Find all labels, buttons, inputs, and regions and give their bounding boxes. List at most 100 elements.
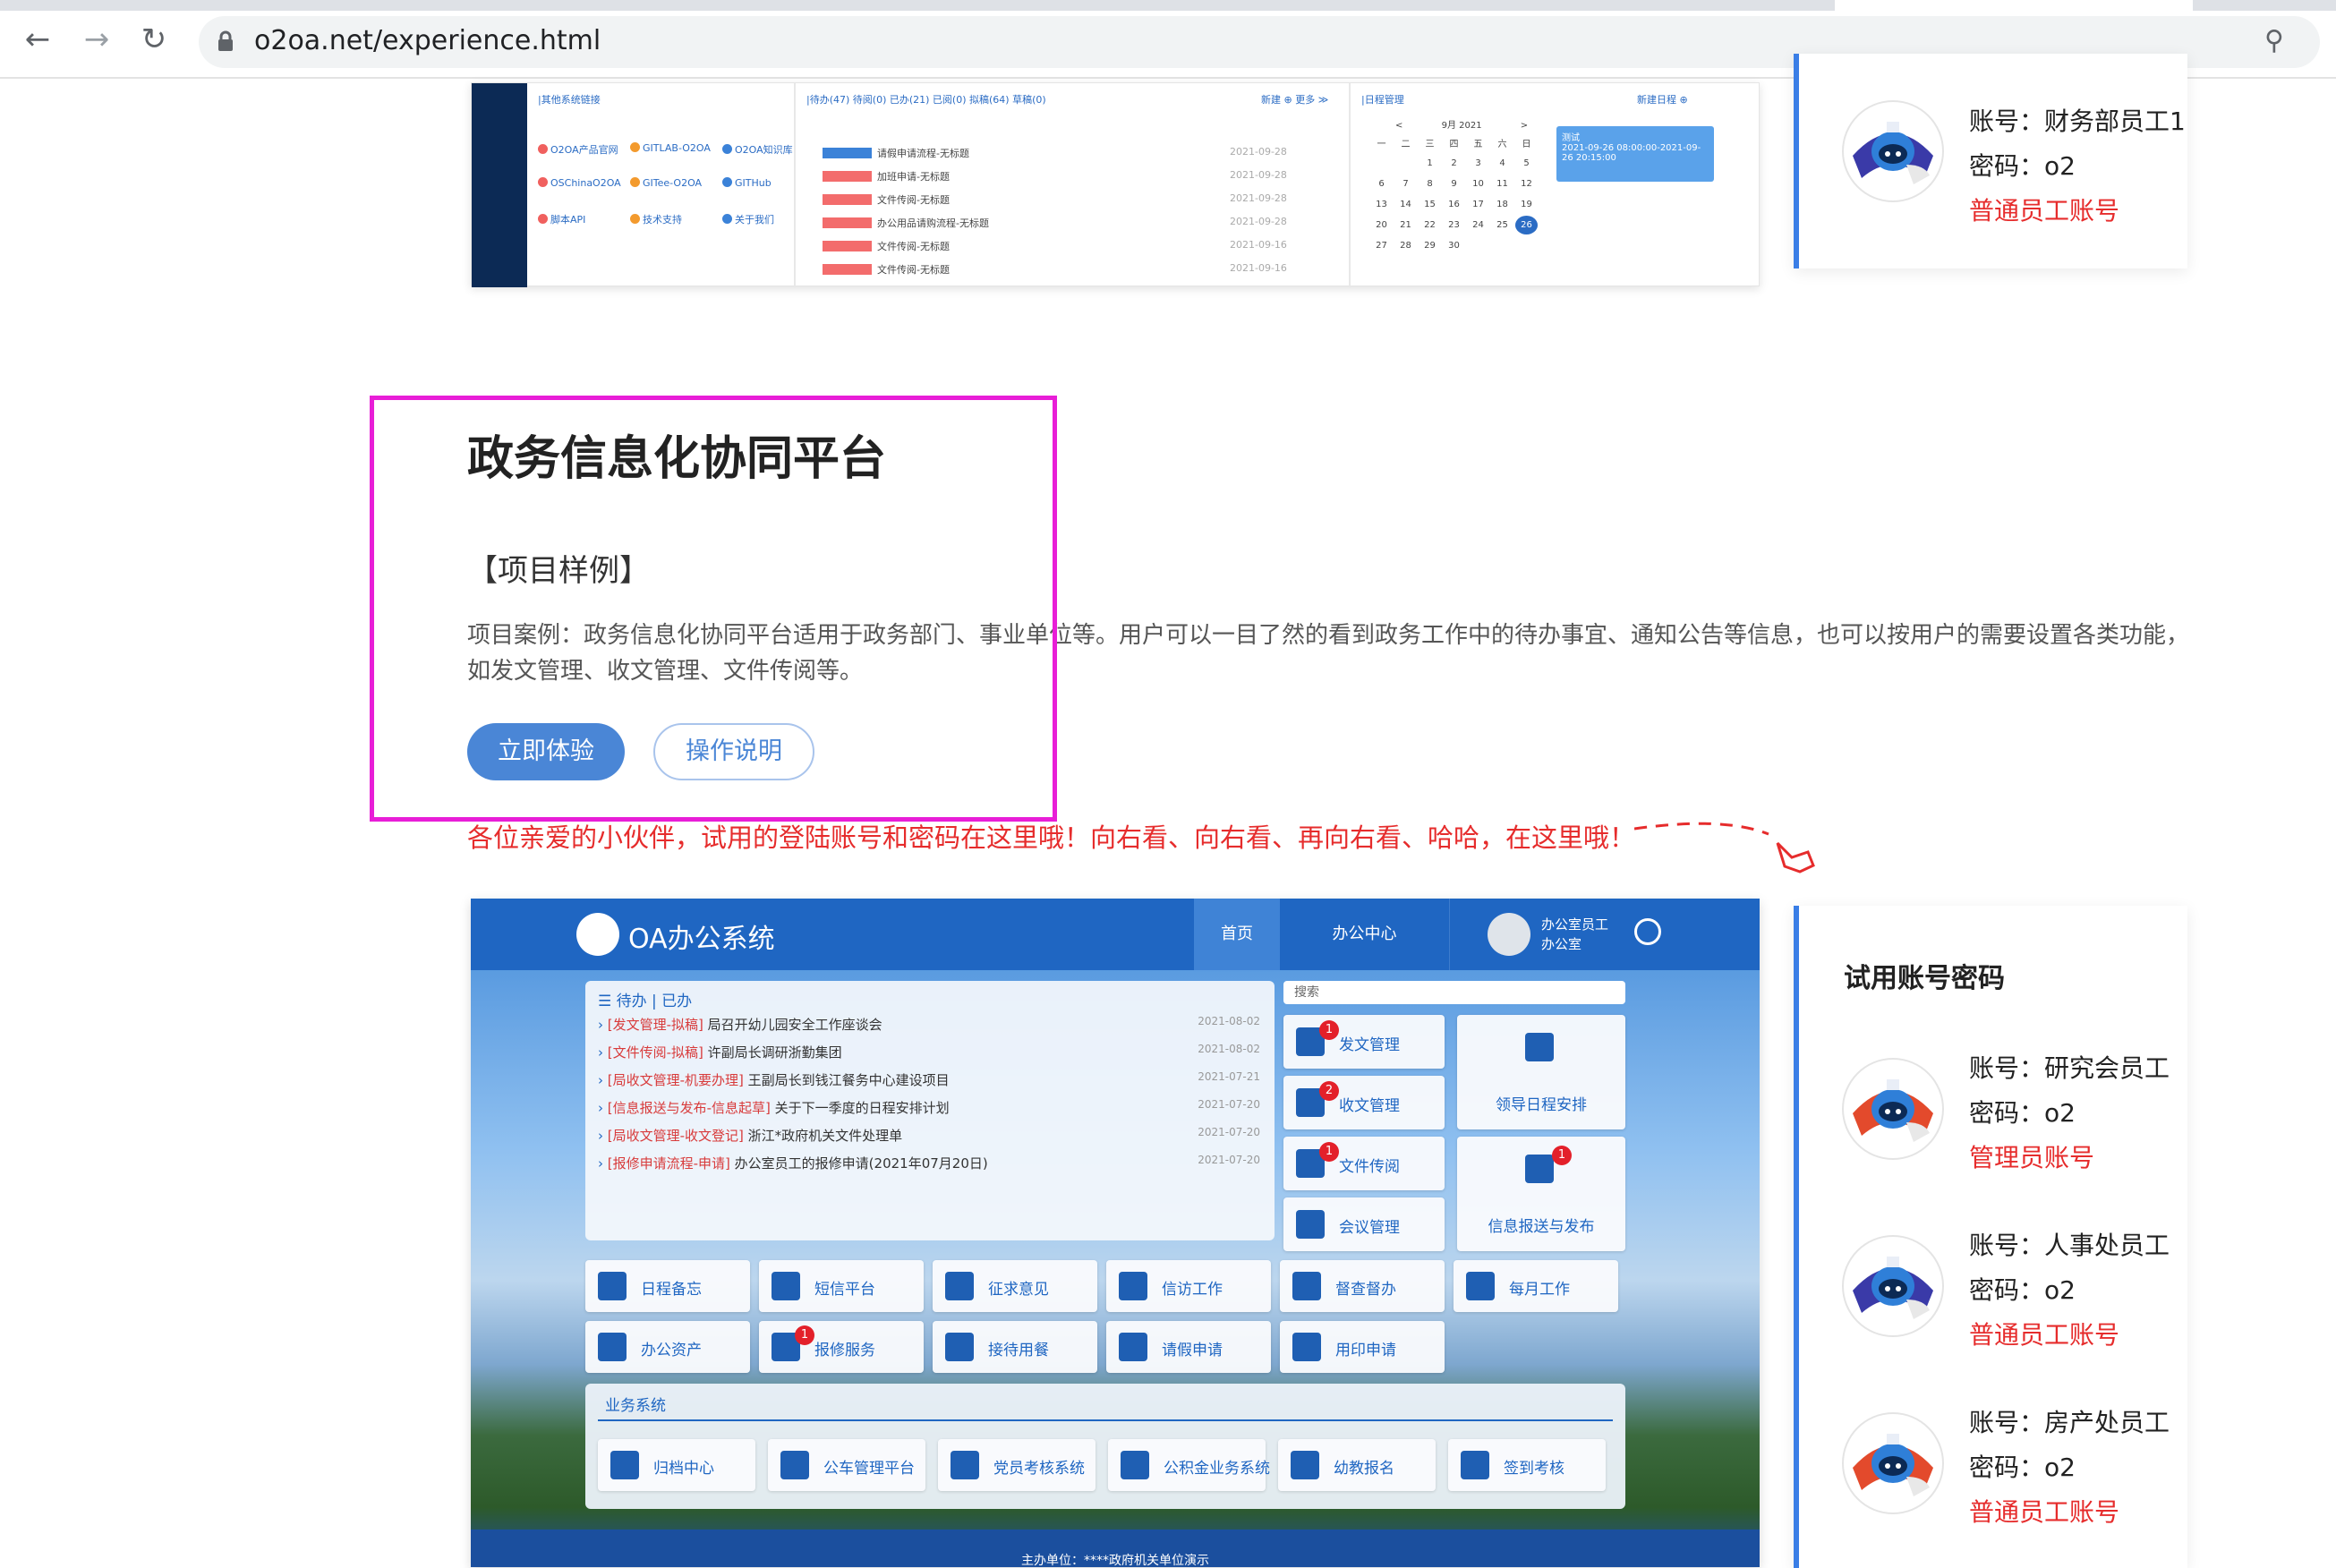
oa-tile[interactable]: 归档中心 bbox=[598, 1439, 755, 1491]
calendar-day[interactable]: 17 bbox=[1467, 195, 1489, 214]
robot-avatar-icon bbox=[1844, 102, 1942, 200]
calendar-day[interactable]: 30 bbox=[1443, 236, 1465, 255]
oa-tile[interactable]: 公积金业务系统 bbox=[1108, 1439, 1270, 1491]
calendar-day[interactable]: 5 bbox=[1515, 154, 1538, 173]
zoom-icon[interactable]: ⚲ bbox=[2264, 25, 2284, 56]
oa-todo-item[interactable]: › [文件传阅-拟稿] 许副局长调研浙勤集团 2021-08-02 bbox=[598, 1043, 1260, 1061]
todo-header[interactable]: |待办(47) 待阅(0) 已办(21) 已阅(0) 拟稿(64) 草稿(0) bbox=[806, 92, 1046, 107]
oa-todo-text: 局召开幼儿园安全工作座谈会 bbox=[703, 1017, 882, 1033]
calendar-day[interactable]: 1 bbox=[1419, 154, 1441, 173]
oa-tile[interactable]: 办公资产 bbox=[585, 1321, 750, 1373]
system-link[interactable]: GITLAB-O2OA bbox=[630, 142, 711, 154]
calendar-day[interactable]: 6 bbox=[1370, 175, 1393, 193]
calendar-day[interactable]: 22 bbox=[1419, 216, 1441, 234]
oa-tile[interactable]: 日程备忘 bbox=[585, 1260, 750, 1312]
tab-strip bbox=[0, 0, 2336, 11]
oa-tile[interactable]: 报修服务 1 bbox=[759, 1321, 924, 1373]
forward-icon[interactable]: → bbox=[77, 20, 116, 59]
calendar-day[interactable]: 29 bbox=[1419, 236, 1441, 255]
calendar-event[interactable]: 测试 2021-09-26 08:00:00-2021-09-26 20:15:… bbox=[1556, 126, 1714, 182]
calendar-day[interactable]: 11 bbox=[1491, 175, 1513, 193]
calendar-day[interactable]: 18 bbox=[1491, 195, 1513, 214]
oa-tile[interactable]: 用印申请 bbox=[1280, 1321, 1445, 1373]
calendar-day[interactable]: 3 bbox=[1467, 154, 1489, 173]
oa-todo-item[interactable]: › [局收文管理-收文登记] 浙江*政府机关文件处理单 2021-07-20 bbox=[598, 1126, 1260, 1145]
oa-todo-item[interactable]: › [报修申请流程-申请] 办公室员工的报修申请(2021年07月20日) 202… bbox=[598, 1154, 1260, 1172]
oa-tile[interactable]: 签到考核 bbox=[1448, 1439, 1606, 1491]
oa-tile[interactable]: 幼教报名 bbox=[1278, 1439, 1436, 1491]
oa-tile[interactable]: 信访工作 bbox=[1106, 1260, 1271, 1312]
calendar-day[interactable]: 28 bbox=[1394, 236, 1417, 255]
oa-tile-label: 用印申请 bbox=[1335, 1342, 1396, 1359]
oa-tile[interactable]: 每月工作 bbox=[1454, 1260, 1618, 1312]
calendar-day bbox=[1370, 154, 1393, 173]
calendar-day[interactable]: 15 bbox=[1419, 195, 1441, 214]
calendar-day[interactable]: 12 bbox=[1515, 175, 1538, 193]
system-link[interactable]: 脚本API bbox=[538, 212, 585, 226]
oa-tile[interactable]: 督查督办 bbox=[1280, 1260, 1445, 1312]
oa-todo-item[interactable]: › [局收文管理-机要办理] 王副局长到钱江餐务中心建设项目 2021-07-21 bbox=[598, 1070, 1260, 1089]
todo-row[interactable]: 办公用品请购流程-无标题 2021-09-28 bbox=[823, 216, 1287, 230]
prev-month-icon[interactable]: < bbox=[1395, 121, 1402, 131]
calendar-day[interactable]: 7 bbox=[1394, 175, 1417, 193]
system-link[interactable]: 技术支持 bbox=[630, 212, 682, 226]
back-icon[interactable]: ← bbox=[18, 20, 57, 59]
user-avatar[interactable] bbox=[1488, 913, 1530, 956]
next-month-icon[interactable]: > bbox=[1521, 121, 1528, 131]
todo-row[interactable]: 加班申请-无标题 2021-09-28 bbox=[823, 169, 1287, 183]
todo-row[interactable]: 请假申请流程-无标题 2021-09-28 bbox=[823, 146, 1287, 160]
system-link[interactable]: O2OA知识库 bbox=[722, 142, 793, 157]
oa-search-input[interactable]: 搜索 bbox=[1283, 981, 1625, 1004]
calendar-day[interactable]: 14 bbox=[1394, 195, 1417, 214]
todo-row[interactable]: 文件传阅-无标题 2021-09-16 bbox=[823, 262, 1287, 277]
oa-tile[interactable]: 请假申请 bbox=[1106, 1321, 1271, 1373]
calendar-day[interactable]: 20 bbox=[1370, 216, 1393, 234]
oa-topbar: OA办公系统 首页 办公中心 办公室员工 办公室 bbox=[471, 899, 1760, 970]
account-password: 密码：o2 bbox=[1969, 151, 2076, 181]
oa-todo-item[interactable]: › [发文管理-拟稿] 局召开幼儿园安全工作座谈会 2021-08-02 bbox=[598, 1015, 1260, 1034]
system-link[interactable]: GITee-O2OA bbox=[630, 177, 702, 189]
calendar-day[interactable]: 25 bbox=[1491, 216, 1513, 234]
reload-icon[interactable]: ↻ bbox=[134, 20, 174, 59]
oa-tile[interactable]: 征求意见 bbox=[933, 1260, 1097, 1312]
oa-todo-head[interactable]: ☰ 待办 | 已办 bbox=[598, 988, 692, 1010]
todo-row[interactable]: 文件传阅-无标题 2021-09-28 bbox=[823, 192, 1287, 207]
nav-home[interactable]: 首页 bbox=[1194, 899, 1280, 970]
system-link[interactable]: GITHub bbox=[722, 177, 772, 189]
system-link[interactable]: 关于我们 bbox=[722, 212, 774, 226]
tile-icon bbox=[1119, 1333, 1147, 1361]
calendar-new[interactable]: 新建日程 ⊕ bbox=[1637, 92, 1688, 107]
calendar-day[interactable]: 9 bbox=[1443, 175, 1465, 193]
oa-tile[interactable]: 党员考核系统 bbox=[938, 1439, 1096, 1491]
todo-new[interactable]: 新建 ⊕ 更多 ≫ bbox=[1261, 92, 1328, 107]
oa-tile[interactable]: 发文管理 1 bbox=[1283, 1015, 1445, 1069]
oa-tile[interactable]: 文件传阅 1 bbox=[1283, 1137, 1445, 1190]
calendar-day[interactable]: 13 bbox=[1370, 195, 1393, 214]
calendar-day[interactable]: 2 bbox=[1443, 154, 1465, 173]
oa-tile[interactable]: 会议管理 bbox=[1283, 1197, 1445, 1251]
todo-row[interactable]: 文件传阅-无标题 2021-09-16 bbox=[823, 239, 1287, 253]
calendar-day[interactable]: 21 bbox=[1394, 216, 1417, 234]
calendar-day[interactable]: 4 bbox=[1491, 154, 1513, 173]
calendar-day[interactable]: 27 bbox=[1370, 236, 1393, 255]
calendar-day[interactable]: 23 bbox=[1443, 216, 1465, 234]
calendar-day[interactable]: 26 bbox=[1515, 216, 1538, 234]
oa-todo-text: 王副局长到钱江餐务中心建设项目 bbox=[743, 1072, 950, 1088]
oa-tile[interactable]: 领导日程安排 bbox=[1457, 1015, 1625, 1129]
system-link[interactable]: O2OA产品官网 bbox=[538, 142, 618, 157]
oa-tile[interactable]: 短信平台 bbox=[759, 1260, 924, 1312]
calendar-day[interactable]: 24 bbox=[1467, 216, 1489, 234]
nav-office-center[interactable]: 办公中心 bbox=[1280, 899, 1450, 970]
notification-badge: 1 bbox=[1319, 1020, 1339, 1040]
oa-tile[interactable]: 信息报送与发布 1 bbox=[1457, 1137, 1625, 1251]
calendar-day[interactable]: 8 bbox=[1419, 175, 1441, 193]
oa-tile[interactable]: 收文管理 2 bbox=[1283, 1076, 1445, 1129]
system-link[interactable]: OSChinaO2OA bbox=[538, 177, 621, 189]
oa-todo-item[interactable]: › [信息报送与发布-信息起草] 关于下一季度的日程安排计划 2021-07-20 bbox=[598, 1098, 1260, 1117]
oa-tile[interactable]: 公车管理平台 bbox=[768, 1439, 925, 1491]
oa-tile[interactable]: 接待用餐 bbox=[933, 1321, 1097, 1373]
calendar-day[interactable]: 16 bbox=[1443, 195, 1465, 214]
power-icon[interactable] bbox=[1634, 918, 1661, 945]
calendar-day[interactable]: 19 bbox=[1515, 195, 1538, 214]
calendar-day[interactable]: 10 bbox=[1467, 175, 1489, 193]
